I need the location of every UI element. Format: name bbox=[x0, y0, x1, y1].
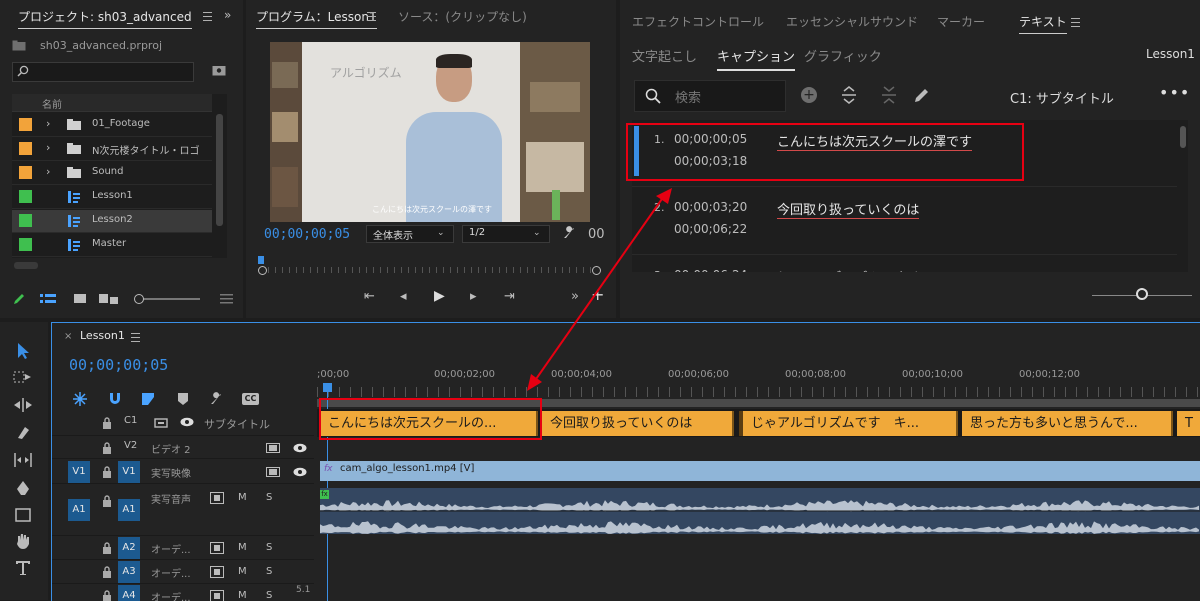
link-arrow bbox=[0, 0, 1200, 600]
